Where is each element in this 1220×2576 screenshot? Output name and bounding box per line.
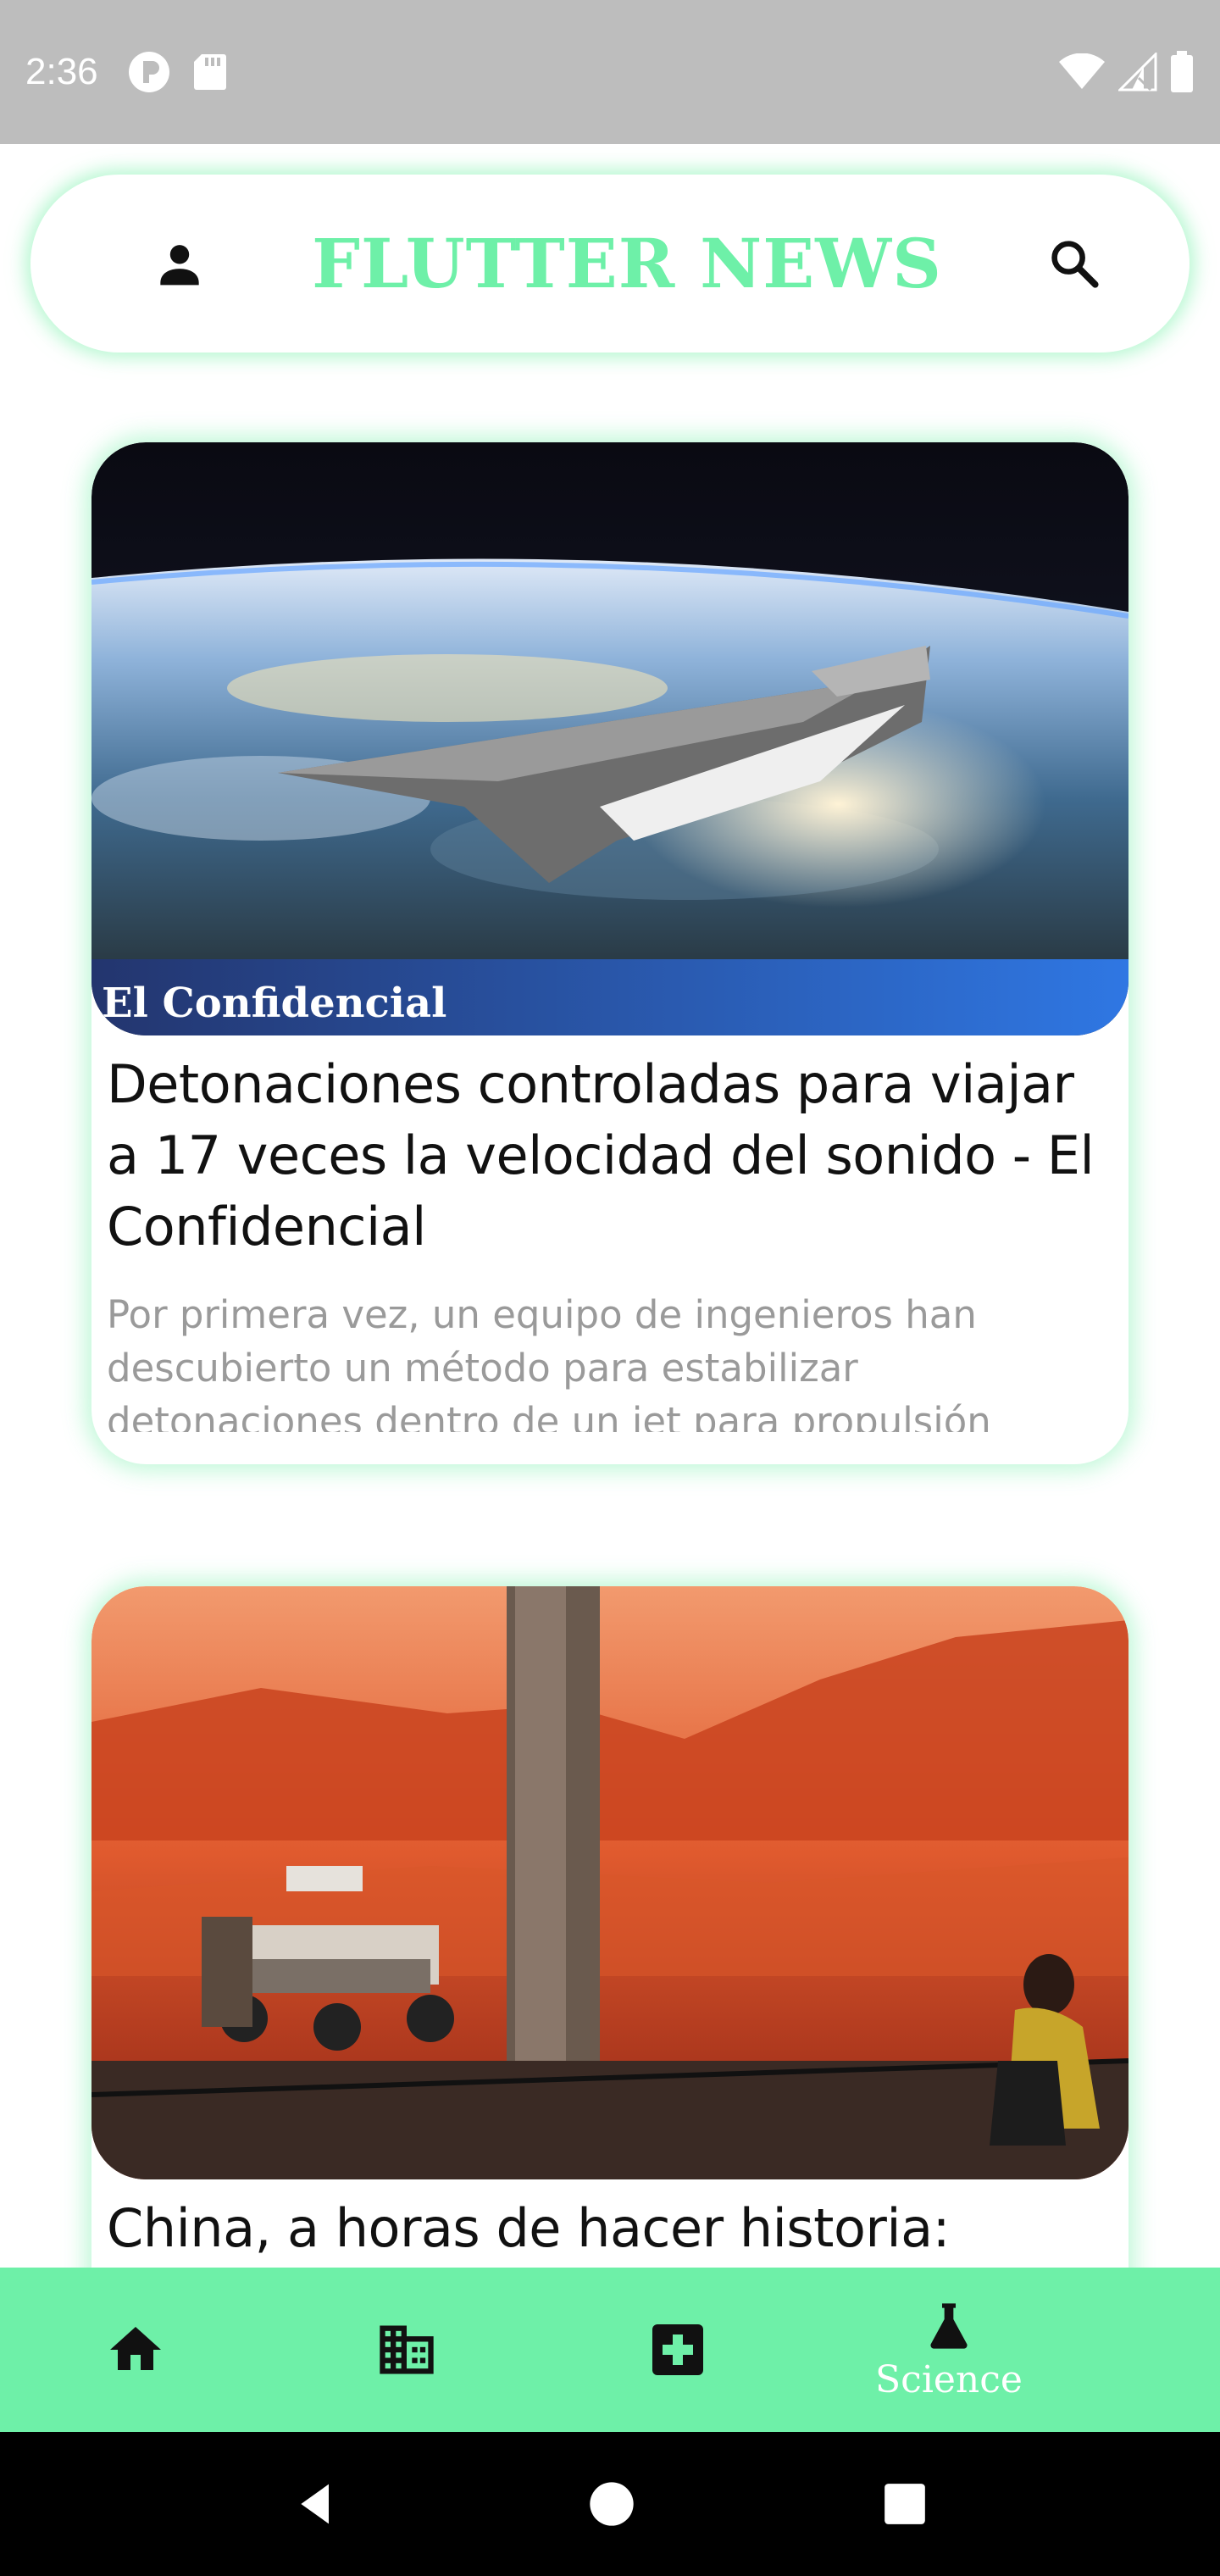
status-time: 2:36: [25, 51, 98, 92]
bottom-navigation: Science: [0, 2268, 1220, 2432]
system-navigation-bar: [0, 2432, 1220, 2576]
status-notification-icons: [127, 50, 227, 94]
science-icon: [930, 2302, 968, 2349]
home-button-icon[interactable]: [588, 2480, 635, 2528]
person-icon: [160, 245, 199, 286]
search-icon: [1051, 241, 1099, 288]
image-caption: El Confidencial: [102, 980, 446, 1027]
app-title: FLUTTER NEWS: [312, 224, 942, 303]
back-icon[interactable]: [293, 2480, 341, 2528]
business-icon: [380, 2325, 434, 2374]
battery-icon: [1171, 51, 1193, 92]
sd-card-icon: [193, 54, 226, 90]
health-icon: [652, 2324, 703, 2375]
nav-item-science[interactable]: Science: [813, 2268, 1084, 2432]
article-card[interactable]: China, a horas de hacer historia:: [92, 1586, 1128, 2268]
wifi-icon: [1059, 53, 1105, 89]
news-feed[interactable]: El Confidencial Detonaciones controladas…: [0, 353, 1220, 2268]
cell-signal-icon: [1118, 53, 1157, 92]
nav-item-home[interactable]: [0, 2268, 271, 2432]
article-image: [92, 1586, 1128, 2179]
nav-item-health[interactable]: [542, 2268, 813, 2432]
profile-button[interactable]: [149, 233, 210, 294]
article-title[interactable]: Detonaciones controladas para viajar a 1…: [92, 1035, 1128, 1263]
app-notification-icon: [128, 52, 169, 92]
article-image: El Confidencial: [92, 442, 1128, 1035]
nav-label-science: Science: [875, 2357, 1023, 2401]
article-card[interactable]: El Confidencial Detonaciones controladas…: [92, 442, 1128, 1464]
status-system-icons: [1057, 51, 1195, 93]
recents-icon[interactable]: [883, 2482, 927, 2526]
status-bar: 2:36: [0, 0, 1220, 144]
nav-item-business[interactable]: [271, 2268, 542, 2432]
app-bar: FLUTTER NEWS: [30, 175, 1190, 353]
article-title[interactable]: China, a horas de hacer historia:: [92, 2179, 1128, 2264]
article-description: Por primera vez, un equipo de ingenieros…: [107, 1292, 991, 1432]
home-icon: [110, 2327, 161, 2370]
app-screen: 2:36 FLUTTER NEWS El Confidencial Detona…: [0, 0, 1220, 2576]
search-button[interactable]: [1044, 233, 1105, 294]
